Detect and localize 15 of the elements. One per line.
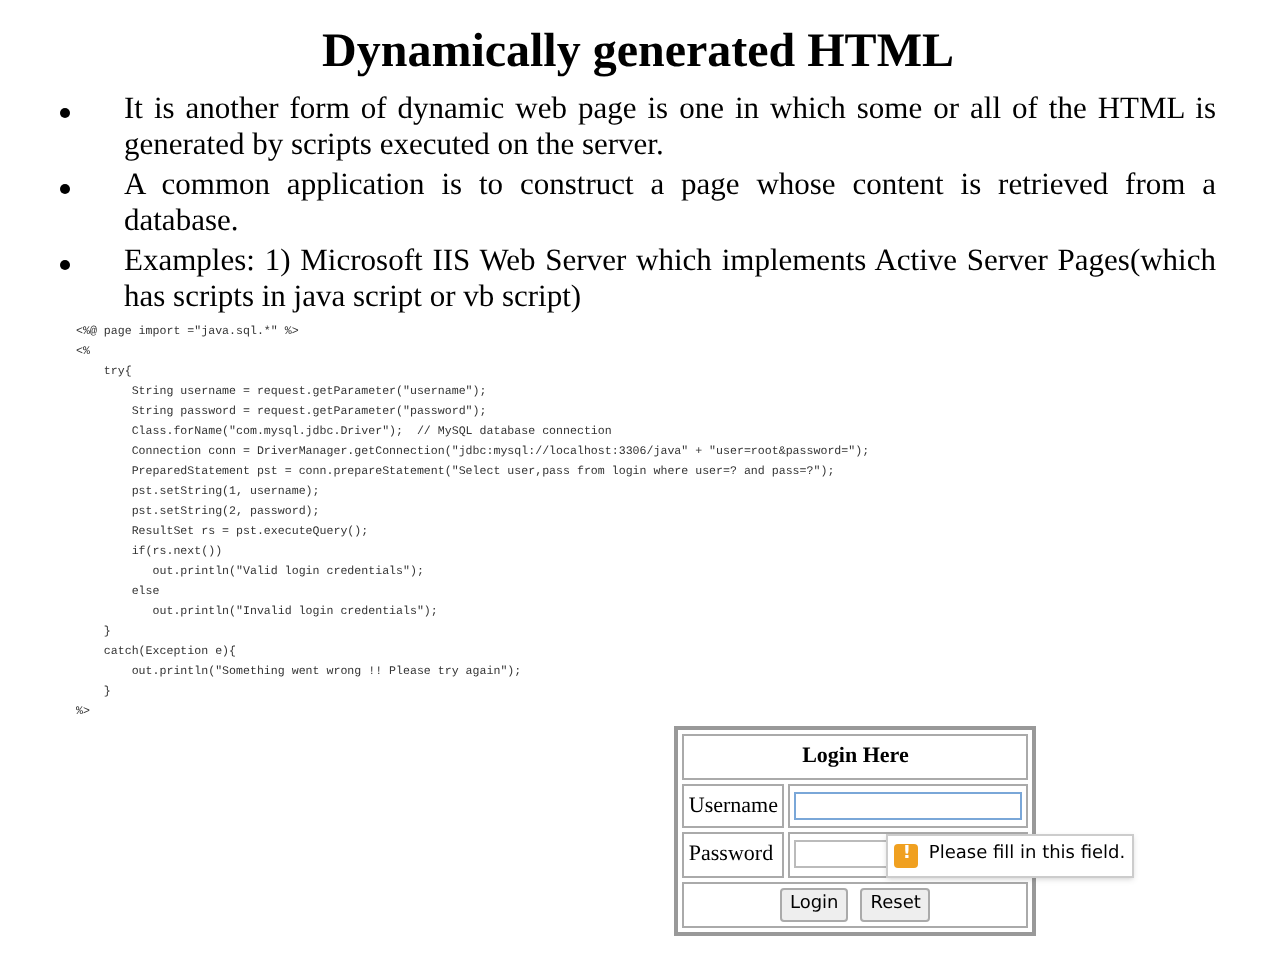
bullet-icon — [60, 260, 70, 270]
bullet-icon — [60, 108, 70, 118]
form-heading: Login Here — [682, 734, 1028, 779]
tooltip-text: Please fill in this field. — [928, 842, 1126, 868]
warning-icon: ! — [894, 843, 919, 868]
input-field[interactable] — [794, 791, 1022, 820]
bullet-icon — [60, 184, 70, 194]
bullet-text: Examples: 1) Microsoft IIS Web Server which implements Active Server Pages(which has scripts in java script or vb script) — [124, 244, 1216, 316]
field-label: Username — [682, 783, 784, 828]
form-button[interactable]: Login — [779, 887, 849, 922]
slide-title: Dynamically generated HTML — [320, 24, 956, 80]
form-button[interactable]: Reset — [860, 887, 931, 922]
bullet-text: A common application is to construct a page whose content is retrieved from a database. — [124, 168, 1216, 240]
bullet-text: It is another form of dynamic web page is one in which some or all of the HTML is generated by scripts executed on the server. — [124, 92, 1216, 164]
field-label: Password — [682, 832, 784, 877]
